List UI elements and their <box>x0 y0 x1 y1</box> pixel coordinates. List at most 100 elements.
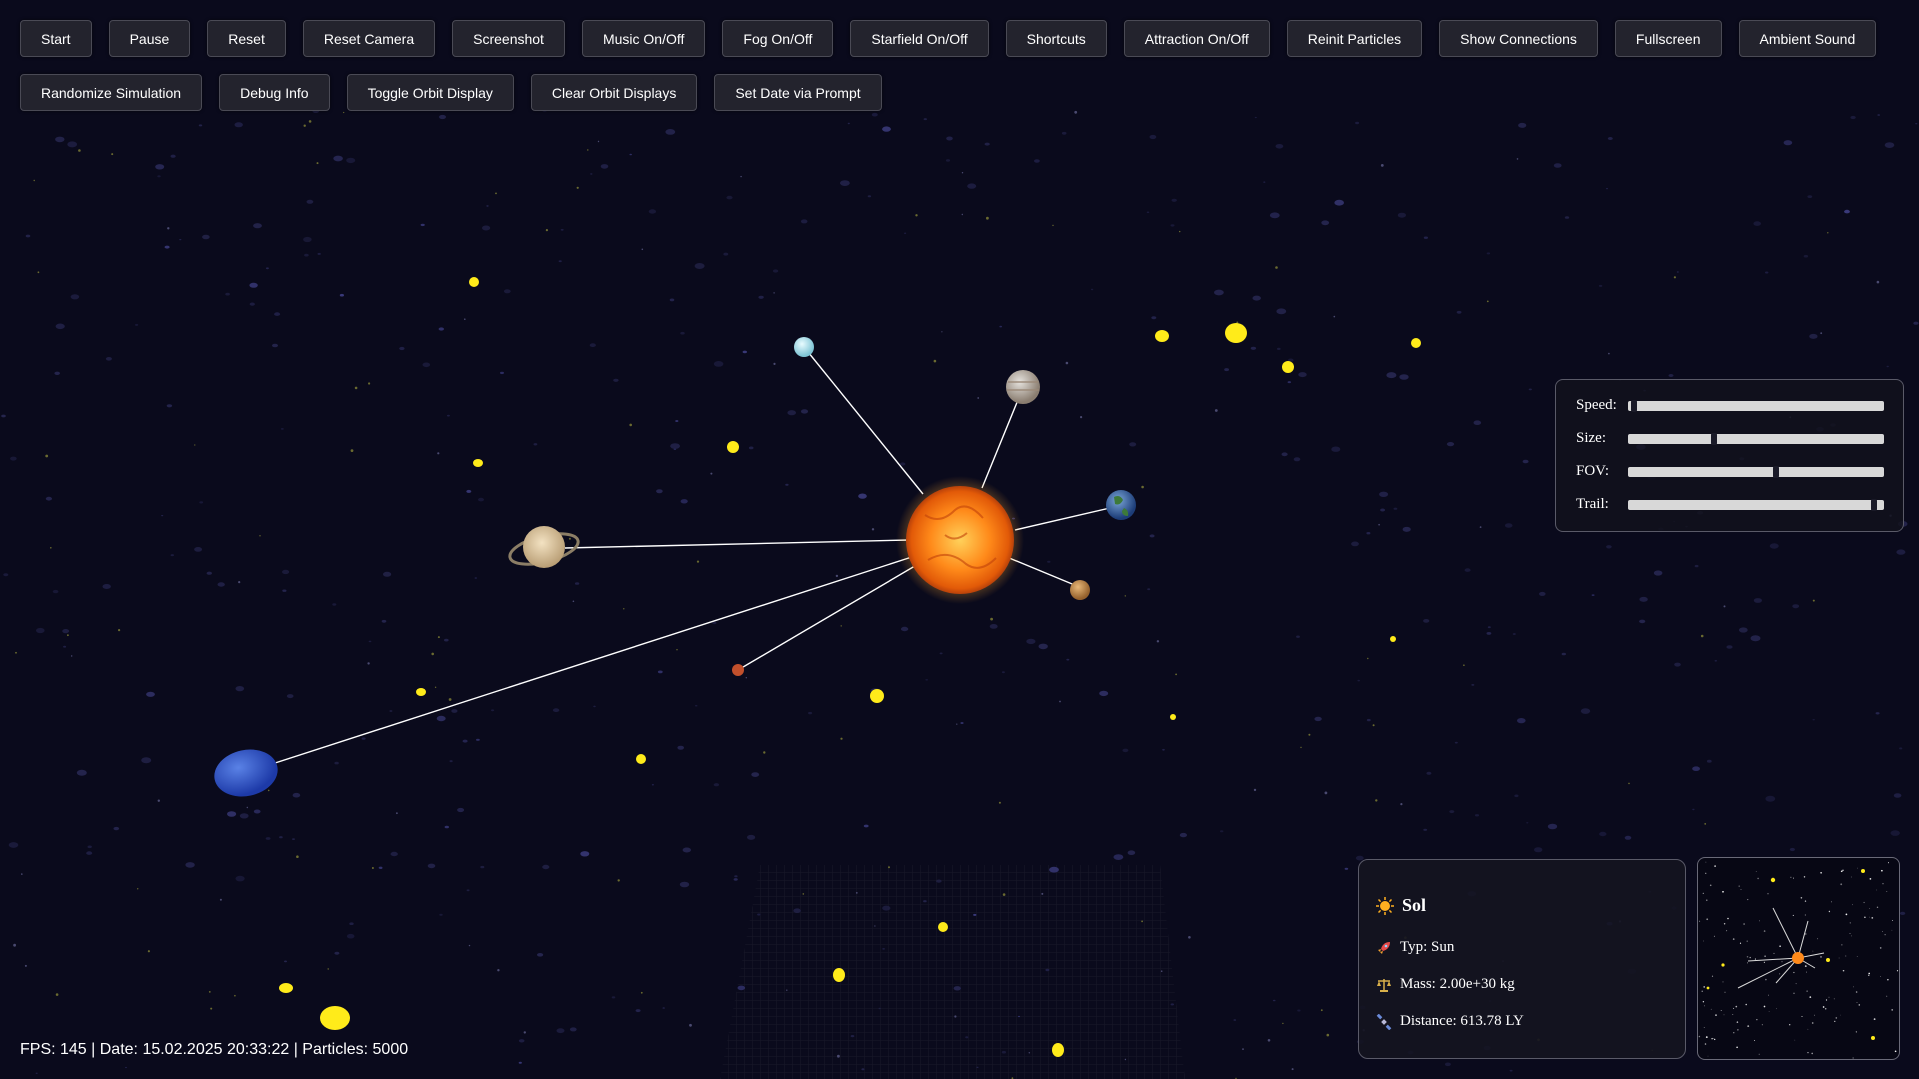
star <box>1807 195 1813 199</box>
star <box>1124 595 1127 597</box>
reset-camera-button[interactable]: Reset Camera <box>302 20 436 57</box>
star <box>773 362 776 365</box>
star <box>1214 289 1224 296</box>
music-toggle-button[interactable]: Music On/Off <box>581 20 706 57</box>
fov-slider[interactable] <box>1628 465 1884 478</box>
minimap-star <box>1699 920 1701 922</box>
minimap-star <box>1704 1043 1707 1045</box>
star <box>474 577 478 579</box>
star <box>368 382 371 385</box>
speed-slider-thumb[interactable] <box>1631 399 1637 412</box>
star <box>1066 658 1070 661</box>
minimap-star <box>1722 890 1724 893</box>
star <box>923 900 927 903</box>
fullscreen-button[interactable]: Fullscreen <box>1614 20 1722 57</box>
randomize-simulation-button[interactable]: Randomize Simulation <box>20 74 203 111</box>
star <box>723 252 729 256</box>
debug-info-button[interactable]: Debug Info <box>219 74 330 111</box>
star <box>146 691 155 697</box>
minimap-star <box>1845 955 1847 957</box>
minimap-star <box>1882 931 1883 932</box>
particle <box>1155 330 1169 342</box>
minimap-star <box>1896 970 1899 972</box>
star <box>210 1007 213 1010</box>
attraction-toggle-button[interactable]: Attraction On/Off <box>1123 20 1270 57</box>
minimap-star <box>1733 1007 1735 1009</box>
star <box>1606 188 1608 190</box>
star <box>343 111 345 114</box>
show-connections-button[interactable]: Show Connections <box>1439 20 1598 57</box>
star <box>1263 181 1266 183</box>
star <box>597 140 600 143</box>
star <box>1308 733 1311 736</box>
reset-button[interactable]: Reset <box>207 20 286 57</box>
star <box>381 619 387 623</box>
star <box>308 120 312 123</box>
star <box>1334 199 1344 206</box>
star <box>518 1039 525 1043</box>
size-slider[interactable] <box>1628 432 1884 445</box>
minimap-star <box>1768 1011 1770 1012</box>
minimap-star <box>1863 901 1865 904</box>
minimap-star <box>1880 976 1881 977</box>
star <box>629 423 632 427</box>
star <box>676 649 678 651</box>
star <box>1639 619 1646 624</box>
minimap-star <box>1833 998 1835 1000</box>
fog-toggle-button[interactable]: Fog On/Off <box>722 20 834 57</box>
star <box>399 346 405 351</box>
star <box>1844 209 1850 214</box>
star <box>1386 372 1397 379</box>
object-name: Sol <box>1402 895 1427 915</box>
ambient-sound-button[interactable]: Ambient Sound <box>1738 20 1877 57</box>
star <box>518 1061 522 1064</box>
reinit-particles-button[interactable]: Reinit Particles <box>1286 20 1423 57</box>
star <box>198 124 203 127</box>
star <box>694 263 705 269</box>
connection-saturn <box>564 539 911 549</box>
fov-slider-thumb[interactable] <box>1773 465 1779 478</box>
star <box>1149 534 1155 538</box>
start-button[interactable]: Start <box>20 20 92 57</box>
minimap-star <box>1705 1036 1708 1038</box>
set-date-button[interactable]: Set Date via Prompt <box>714 74 882 111</box>
minimap-star <box>1873 1018 1876 1020</box>
star <box>977 397 980 399</box>
star <box>1250 346 1257 350</box>
minimap-star <box>1755 871 1757 872</box>
star <box>989 624 998 629</box>
star <box>246 806 248 809</box>
toggle-orbit-display-button[interactable]: Toggle Orbit Display <box>346 74 514 111</box>
minimap-star <box>1800 897 1803 899</box>
star <box>3 573 9 577</box>
planet-venus <box>1070 580 1090 600</box>
trail-slider-thumb[interactable] <box>1871 498 1877 511</box>
speed-slider[interactable] <box>1628 399 1884 412</box>
connection-uranus <box>803 346 924 495</box>
minimap-star <box>1789 1024 1791 1026</box>
size-slider-thumb[interactable] <box>1711 432 1717 445</box>
minimap[interactable] <box>1697 857 1900 1060</box>
star <box>1726 645 1733 649</box>
shortcuts-button[interactable]: Shortcuts <box>1005 20 1107 57</box>
minimap-star <box>1857 867 1859 869</box>
star <box>185 862 195 868</box>
trail-slider[interactable] <box>1628 498 1884 511</box>
star <box>1321 220 1330 226</box>
particle <box>1052 1043 1064 1057</box>
star <box>713 783 720 787</box>
star <box>1820 332 1823 335</box>
star <box>431 652 435 656</box>
star <box>249 302 255 306</box>
star <box>282 589 287 592</box>
pause-button[interactable]: Pause <box>108 20 191 57</box>
star <box>999 325 1003 328</box>
star <box>303 236 312 243</box>
minimap-star <box>1759 920 1760 922</box>
screenshot-button[interactable]: Screenshot <box>452 20 565 57</box>
clear-orbit-displays-button[interactable]: Clear Orbit Displays <box>530 74 698 111</box>
starfield-toggle-button[interactable]: Starfield On/Off <box>850 20 989 57</box>
star <box>166 404 173 408</box>
star <box>904 232 907 234</box>
minimap-star <box>1767 893 1769 895</box>
